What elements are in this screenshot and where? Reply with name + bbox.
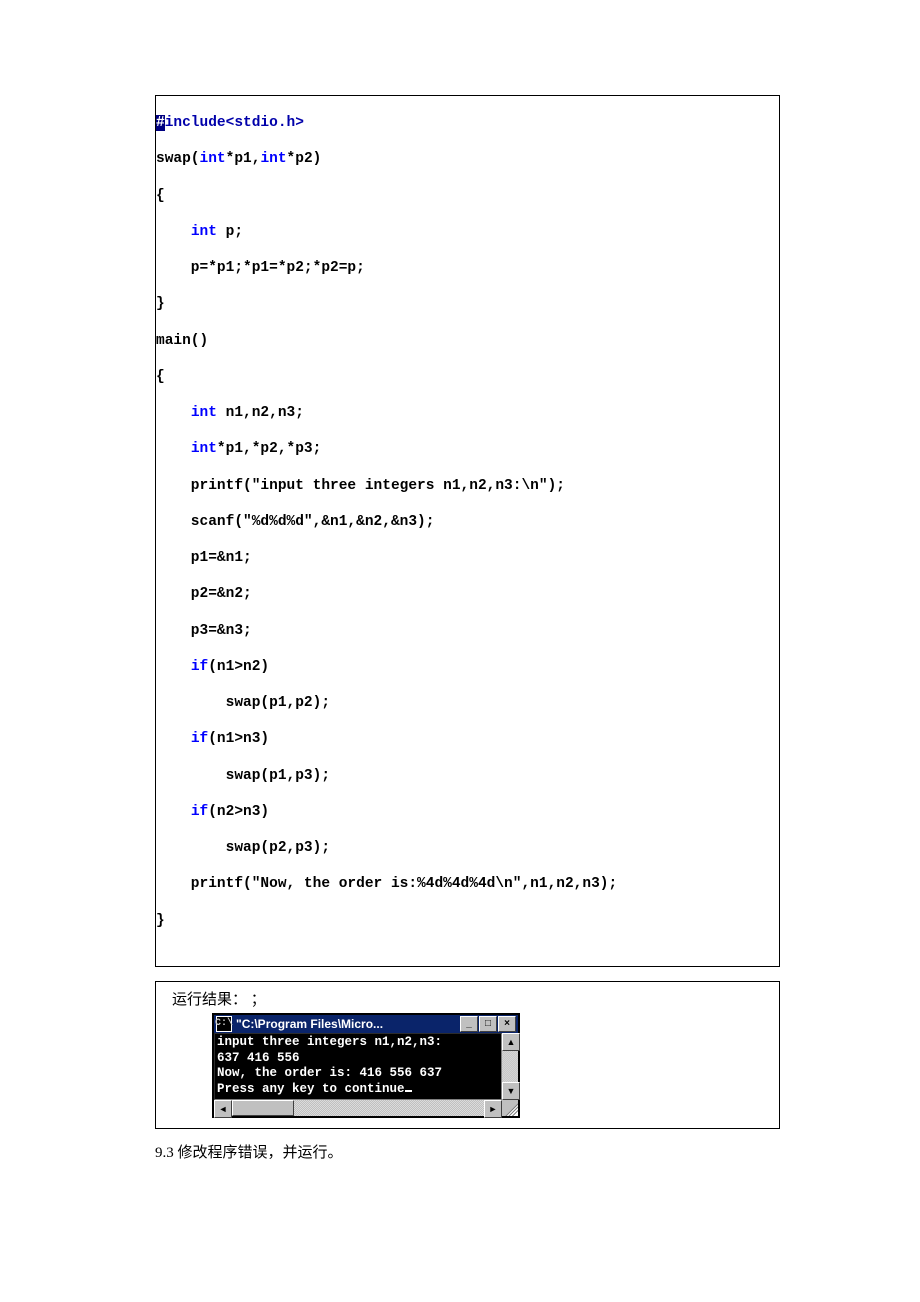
scroll-thumb[interactable]	[232, 1100, 294, 1116]
resize-grip-icon[interactable]	[502, 1100, 518, 1116]
exercise-text: 9.3 修改程序错误，并运行。	[155, 1141, 780, 1162]
code-token: }	[156, 912, 779, 930]
scroll-track[interactable]	[232, 1100, 484, 1116]
code-token: printf("Now, the order is:%4d%4d%4d\n",n…	[156, 875, 779, 893]
code-token: int	[200, 151, 226, 167]
titlebar[interactable]: C:\ "C:\Program Files\Micro... _ □ ×	[214, 1015, 518, 1033]
code-token: <stdio.h>	[226, 115, 304, 131]
code-token: scanf("%d%d%d",&n1,&n2,&n3);	[156, 513, 779, 531]
code-token: n1,n2,n3;	[217, 405, 304, 421]
code-token: int	[260, 151, 286, 167]
console-line: Press any key to continue	[217, 1082, 405, 1096]
code-token: }	[156, 295, 779, 313]
console-window: C:\ "C:\Program Files\Micro... _ □ × inp…	[212, 1013, 520, 1118]
scroll-down-button[interactable]: ▼	[502, 1082, 520, 1100]
result-section: 运行结果： ； C:\ "C:\Program Files\Micro... _…	[155, 981, 780, 1129]
code-token: swap(p2,p3);	[156, 839, 779, 857]
code-token: int	[191, 224, 217, 240]
code-token: (n1>n2)	[208, 659, 269, 675]
close-button[interactable]: ×	[498, 1016, 516, 1032]
code-token: swap(	[156, 151, 200, 167]
console-line: input three integers n1,n2,n3:	[217, 1035, 442, 1049]
console-line: Now, the order is: 416 556 637	[217, 1066, 442, 1080]
code-token: (n2>n3)	[208, 804, 269, 820]
horizontal-scrollbar[interactable]: ◄ ►	[214, 1100, 518, 1116]
code-token: if	[191, 804, 208, 820]
text-cursor-icon	[405, 1090, 412, 1092]
code-token	[156, 659, 191, 675]
code-token: int	[191, 441, 217, 457]
code-token: {	[156, 187, 779, 205]
vertical-scrollbar[interactable]: ▲ ▼	[502, 1033, 518, 1100]
code-token: include	[165, 115, 226, 131]
scroll-left-button[interactable]: ◄	[214, 1100, 232, 1118]
scroll-up-button[interactable]: ▲	[502, 1033, 520, 1051]
scroll-right-button[interactable]: ►	[484, 1100, 502, 1118]
code-token: main()	[156, 332, 779, 350]
code-token	[156, 441, 191, 457]
code-token: p3=&n3;	[156, 622, 779, 640]
code-token: *p1,*p2,*p3;	[217, 441, 321, 457]
code-token	[156, 224, 191, 240]
code-token: int	[191, 405, 217, 421]
code-token	[156, 804, 191, 820]
code-token: if	[191, 659, 208, 675]
code-token: printf("input three integers n1,n2,n3:\n…	[156, 477, 779, 495]
window-title: "C:\Program Files\Micro...	[236, 1017, 460, 1031]
console-line: 637 416 556	[217, 1051, 300, 1065]
console-output: input three integers n1,n2,n3: 637 416 5…	[214, 1033, 502, 1100]
result-label: 运行结果： ；	[172, 988, 763, 1009]
code-editor: #include<stdio.h> swap(int*p1,int*p2) { …	[155, 95, 780, 967]
code-token: p;	[217, 224, 243, 240]
minimize-button[interactable]: _	[460, 1016, 478, 1032]
code-token: if	[191, 731, 208, 747]
code-token: swap(p1,p2);	[156, 694, 779, 712]
code-token	[156, 405, 191, 421]
code-token: *p2)	[287, 151, 322, 167]
code-token: #	[156, 115, 165, 131]
code-token: {	[156, 368, 779, 386]
code-token	[156, 731, 191, 747]
code-token: *p1,	[226, 151, 261, 167]
system-menu-icon[interactable]: C:\	[216, 1016, 232, 1032]
code-token: p=*p1;*p1=*p2;*p2=p;	[156, 259, 779, 277]
code-token: (n1>n3)	[208, 731, 269, 747]
scroll-track[interactable]	[502, 1051, 518, 1082]
code-token: swap(p1,p3);	[156, 767, 779, 785]
code-token: p2=&n2;	[156, 585, 779, 603]
maximize-button[interactable]: □	[479, 1016, 497, 1032]
code-token: p1=&n1;	[156, 549, 779, 567]
